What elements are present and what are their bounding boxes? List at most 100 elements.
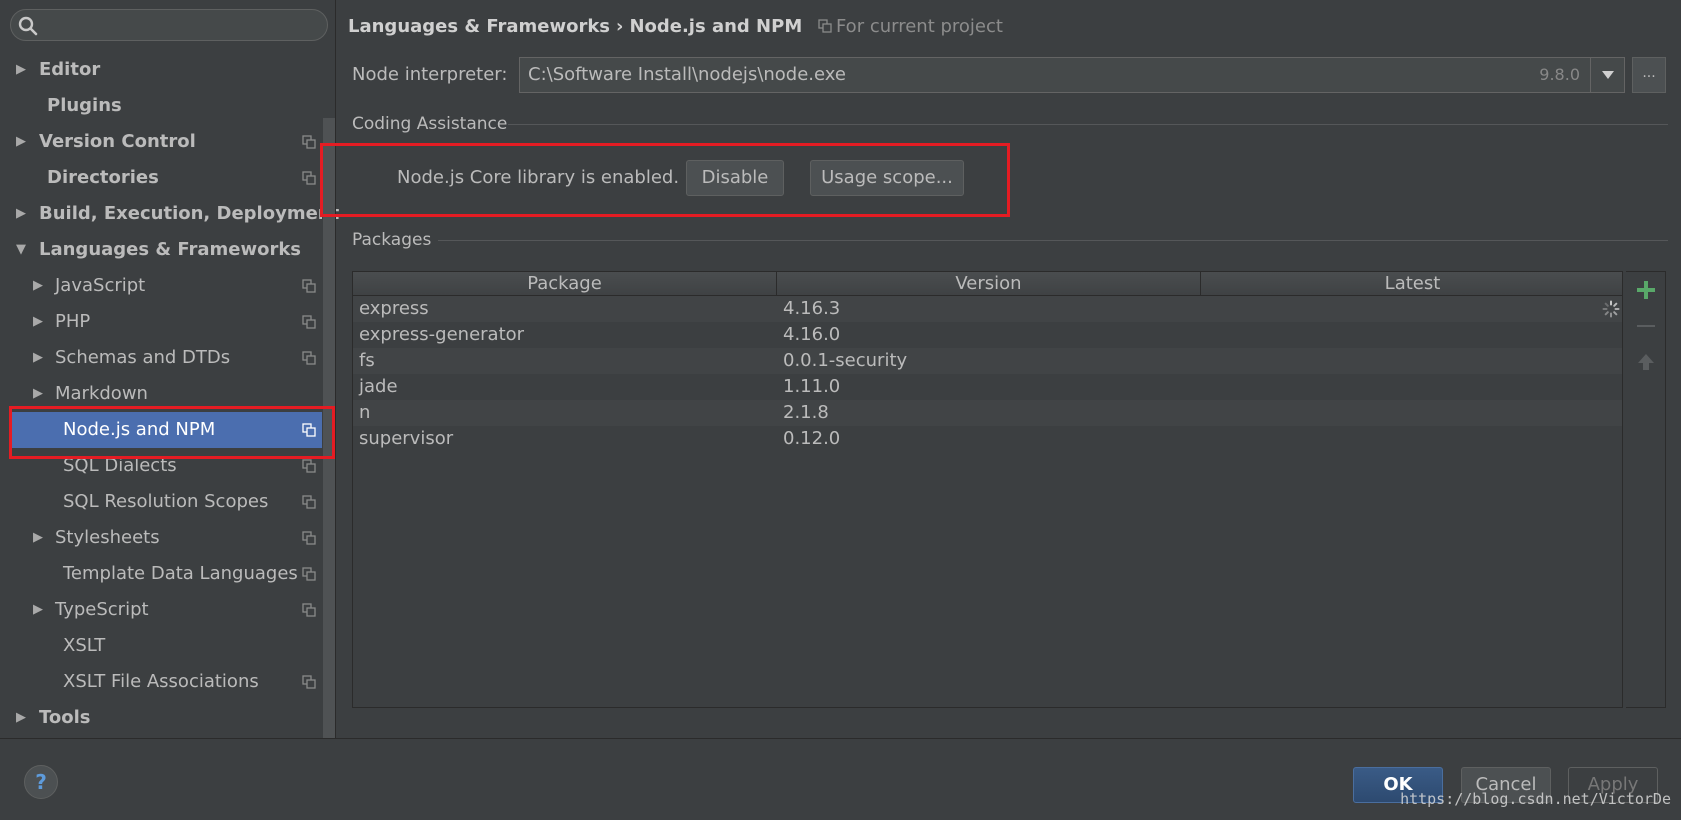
add-package-button[interactable] [1632,276,1660,304]
sidebar-item-plugins[interactable]: Plugins [0,88,322,124]
project-scope-icon [302,135,316,149]
chevron-down-icon [1602,71,1614,79]
sidebar-item-label: Languages & Frameworks [39,239,302,260]
sidebar-item-xslt-file-associations[interactable]: XSLT File Associations [0,664,322,700]
project-scope-icon [302,459,316,473]
sidebar-item-tools[interactable]: ▶ Tools [0,700,322,736]
upgrade-package-button[interactable] [1632,348,1660,376]
sidebar-item-schemas-dtds[interactable]: ▶ Schemas and DTDs [0,340,322,376]
package-version: 2.1.8 [783,402,829,423]
sidebar-item-label: PHP [55,311,91,332]
sidebar-item-label: Tools [39,707,91,728]
sidebar-item-label: Version Control [39,131,196,152]
expand-arrow-icon[interactable]: ▶ [31,268,45,304]
column-header-version[interactable]: Version [777,272,1201,296]
sidebar-item-php[interactable]: ▶ PHP [0,304,322,340]
project-scope-icon [818,19,832,33]
expand-arrow-icon[interactable]: ▶ [14,52,28,88]
column-header-package[interactable]: Package [353,272,777,296]
project-scope-icon [302,675,316,689]
settings-main-panel: Languages & Frameworks › Node.js and NPM F… [320,0,1681,738]
sidebar-item-label: TypeScript [55,599,149,620]
table-row[interactable]: fs 0.0.1-security [353,348,1622,374]
table-header: Package Version Latest [353,272,1622,296]
packages-table: Package Version Latest express 4.16.3 ex… [352,271,1623,708]
sidebar-item-label: Template Data Languages [63,563,298,584]
package-version: 1.11.0 [783,376,841,397]
sidebar-item-xslt[interactable]: XSLT [0,628,322,664]
coding-assistance-title: Coding Assistance [352,114,508,134]
sidebar-item-languages-frameworks[interactable]: ▼ Languages & Frameworks [0,232,322,268]
table-row[interactable]: jade 1.11.0 [353,374,1622,400]
table-body: express 4.16.3 express-generator 4.16.0 … [353,296,1622,452]
remove-package-button[interactable] [1632,312,1660,340]
collapse-arrow-icon[interactable]: ▼ [14,232,28,268]
search-input[interactable] [45,13,315,37]
package-version: 0.12.0 [783,428,841,449]
breadcrumb-separator: › [616,16,624,37]
sidebar-item-label: Directories [47,167,159,188]
project-scope-icon [302,531,316,545]
package-version: 0.0.1-security [783,350,908,371]
watermark-text: https://blog.csdn.net/VictorDe [1400,790,1671,808]
sidebar-item-sql-resolution-scopes[interactable]: SQL Resolution Scopes [0,484,322,520]
sidebar-item-javascript[interactable]: ▶ JavaScript [0,268,322,304]
browse-interpreter-button[interactable]: ... [1632,57,1666,93]
sidebar-item-build-execution-deployment[interactable]: ▶ Build, Execution, Deployment [0,196,339,232]
section-divider [508,124,1668,125]
expand-arrow-icon[interactable]: ▶ [31,592,45,628]
dialog-footer: ? OK Cancel Apply https://blog.csdn.net/… [0,738,1681,820]
project-scope-icon [302,315,316,329]
node-interpreter-label: Node interpreter: [352,64,508,85]
sidebar-item-label: Stylesheets [55,527,160,548]
expand-arrow-icon[interactable]: ▶ [31,340,45,376]
package-name: n [359,402,371,423]
table-row[interactable]: express-generator 4.16.0 [353,322,1622,348]
project-scope-icon [302,279,316,293]
expand-arrow-icon[interactable]: ▶ [31,520,45,556]
sidebar-item-version-control[interactable]: ▶ Version Control [0,124,322,160]
project-scope-icon [302,351,316,365]
node-interpreter-combobox[interactable]: C:\Software Install\nodejs\node.exe 9.8.… [519,57,1625,93]
expand-arrow-icon[interactable]: ▶ [14,196,28,232]
sidebar-item-editor[interactable]: ▶ Editor [0,52,322,88]
expand-arrow-icon[interactable]: ▶ [14,700,28,736]
sidebar-item-typescript[interactable]: ▶ TypeScript [0,592,322,628]
sidebar-item-label: Editor [39,59,101,80]
node-interpreter-path: C:\Software Install\nodejs\node.exe [528,64,846,85]
table-row[interactable]: supervisor 0.12.0 [353,426,1622,452]
annotation-highlight-box [320,143,1010,217]
packages-toolbar [1626,271,1666,708]
settings-sidebar: ▶ Editor Plugins ▶ Version Control Direc… [0,0,339,738]
breadcrumb-scope: For current project [835,16,1003,37]
table-row[interactable]: n 2.1.8 [353,400,1622,426]
search-icon [18,16,38,36]
breadcrumb: Languages & Frameworks › Node.js and NPM F… [348,12,1003,42]
package-name: express-generator [359,324,525,345]
expand-arrow-icon[interactable]: ▶ [31,304,45,340]
package-name: express [359,298,429,319]
sidebar-item-template-data-languages[interactable]: Template Data Languages [0,556,322,592]
settings-search[interactable] [10,9,328,41]
sidebar-item-label: Plugins [47,95,122,116]
sidebar-item-directories[interactable]: Directories [0,160,322,196]
annotation-highlight-box [9,406,335,459]
project-scope-icon [302,495,316,509]
breadcrumb-section: Languages & Frameworks [348,16,611,37]
project-scope-icon [302,171,316,185]
sidebar-item-label: XSLT File Associations [63,671,259,692]
loading-spinner-icon [1602,300,1620,318]
project-scope-icon [302,603,316,617]
sidebar-item-label: Build, Execution, Deployment [39,203,340,224]
package-version: 4.16.3 [783,298,841,319]
packages-title: Packages [352,230,432,250]
table-row[interactable]: express 4.16.3 [353,296,1622,322]
interpreter-dropdown-button[interactable] [1590,58,1624,92]
help-button[interactable]: ? [24,765,58,799]
column-header-latest[interactable]: Latest [1201,272,1624,296]
settings-dialog: ▶ Editor Plugins ▶ Version Control Direc… [0,0,1681,820]
sidebar-item-label: XSLT [63,635,106,656]
breadcrumb-page: Node.js and NPM [629,16,803,37]
expand-arrow-icon[interactable]: ▶ [14,124,28,160]
sidebar-item-stylesheets[interactable]: ▶ Stylesheets [0,520,322,556]
